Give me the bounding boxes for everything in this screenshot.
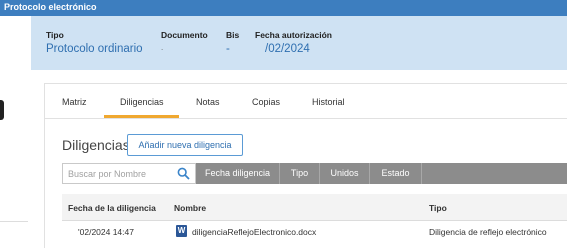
row-fecha: '02/2024 14:47: [78, 227, 134, 237]
protocol-panel: Matriz Diligencias Notas Copias Historia…: [44, 83, 567, 248]
field-fecha-autorizacion-label: Fecha autorización: [255, 30, 332, 40]
table-header: Fecha de la diligencia Nombre Tipo: [62, 194, 567, 221]
filter-unidos[interactable]: Unidos: [320, 163, 370, 184]
field-bis-label: Bis: [226, 30, 240, 40]
field-documento-value: .: [161, 43, 164, 52]
tab-historial[interactable]: Historial: [312, 97, 345, 107]
filter-tipo[interactable]: Tipo: [280, 163, 320, 184]
rail-divider: [0, 221, 28, 222]
active-tab-indicator: [104, 115, 179, 118]
filter-fecha-diligencia[interactable]: Fecha diligencia: [196, 163, 280, 184]
tab-matriz[interactable]: Matriz: [62, 97, 87, 107]
field-documento: Documento .: [161, 30, 208, 52]
col-fecha[interactable]: Fecha de la diligencia: [68, 203, 156, 213]
field-tipo: Tipo Protocolo ordinario: [46, 30, 143, 55]
field-tipo-value: Protocolo ordinario: [46, 43, 143, 55]
search-input[interactable]: Buscar por Nombre: [62, 163, 196, 184]
table-row[interactable]: '02/2024 14:47 W diligenciaReflejoElectr…: [62, 221, 567, 243]
word-document-icon: W: [176, 225, 187, 237]
col-tipo[interactable]: Tipo: [429, 203, 447, 213]
window-titlebar: Protocolo electrónico: [0, 0, 567, 16]
field-bis-value: -: [226, 43, 230, 55]
search-placeholder: Buscar por Nombre: [68, 169, 147, 179]
add-diligencia-button[interactable]: Añadir nueva diligencia: [127, 134, 243, 156]
tab-bar: Matriz Diligencias Notas Copias Historia…: [45, 84, 567, 119]
tab-diligencias[interactable]: Diligencias: [120, 97, 164, 107]
left-rail: [0, 16, 31, 247]
row-tipo: Diligencia de reflejo electrónico: [429, 227, 547, 237]
field-fecha-autorizacion: Fecha autorización /02/2024: [255, 30, 332, 55]
row-nombre[interactable]: diligenciaReflejoElectronico.docx: [192, 227, 316, 237]
tab-copias[interactable]: Copias: [252, 97, 280, 107]
col-nombre[interactable]: Nombre: [174, 203, 206, 213]
window-title: Protocolo electrónico: [4, 2, 97, 12]
section-title: Diligencias: [62, 137, 130, 153]
field-tipo-label: Tipo: [46, 30, 64, 40]
field-bis: Bis -: [226, 30, 239, 55]
filter-bar: Buscar por Nombre Fecha diligencia Tipo …: [62, 163, 567, 184]
protocol-header: Tipo Protocolo ordinario Documento . Bis…: [31, 16, 567, 70]
field-fecha-autorizacion-value: /02/2024: [265, 43, 310, 55]
search-icon[interactable]: [177, 167, 190, 185]
field-documento-label: Documento: [161, 30, 208, 40]
filter-estado[interactable]: Estado: [370, 163, 422, 184]
tab-notas[interactable]: Notas: [196, 97, 220, 107]
rail-handle[interactable]: [0, 100, 4, 120]
